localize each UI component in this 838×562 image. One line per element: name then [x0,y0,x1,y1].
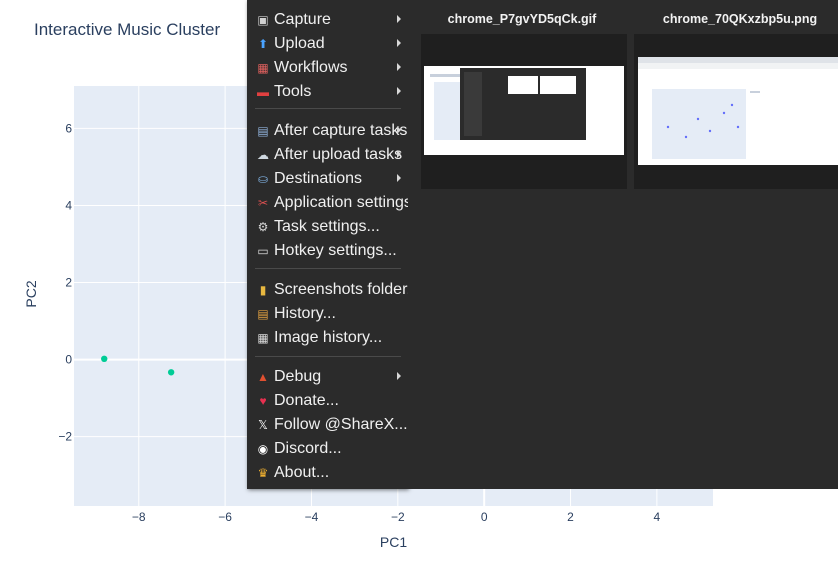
submenu-arrow-icon [397,39,401,47]
menu-item-label: Donate... [274,392,339,409]
upload-icon: ⬆ [257,37,269,51]
menu-item-label: Task settings... [274,218,380,235]
menu-separator [255,356,401,357]
debug-icon: ▲ [257,370,269,384]
menu-item-label: Workflows [274,59,348,76]
menu-item-application-settings[interactable]: ✂ Application settings... [247,192,425,214]
submenu-arrow-icon [397,174,401,182]
x-logo-icon: 𝕏 [258,418,268,432]
menu-item-about[interactable]: ♛ About... [247,462,408,484]
keyboard-icon: ▭ [257,244,269,258]
menu-item-task-settings[interactable]: ⚙ Task settings... [247,216,408,238]
menu-item-label: After upload tasks [274,146,403,163]
menu-item-workflows[interactable]: ▦ Workflows [247,57,408,79]
submenu-arrow-icon [397,150,401,158]
menu-item-discord[interactable]: ◉ Discord... [247,438,408,460]
x-tick-label: −4 [305,510,319,524]
thumbnail-filename-2: chrome_70QKxzbp5u.png [662,12,818,26]
thumbnail-1[interactable] [421,34,627,189]
crown-icon: ♛ [257,466,269,480]
history-icon: ▤ [257,307,269,321]
submenu-arrow-icon [397,126,401,134]
menu-separator [255,108,401,109]
menu-item-label: Capture [274,11,331,28]
submenu-arrow-icon [397,87,401,95]
menu-item-label: Screenshots folder... [274,281,420,298]
thumbnail-filename-1: chrome_P7gvYD5qCk.gif [447,12,597,26]
menu-item-label: Upload [274,35,325,52]
discord-icon: ◉ [257,442,269,456]
y-axis-title: PC2 [23,280,39,307]
thumbnail-1-image [424,66,624,155]
menu-item-debug[interactable]: ▲ Debug [247,366,408,388]
menu-item-label: Debug [274,368,322,385]
data-point[interactable] [167,369,175,376]
menu-item-destinations[interactable]: ⛀ Destinations [247,168,408,190]
y-tick-label: −2 [58,430,72,444]
menu-item-label: History... [274,305,336,322]
thumbnail-2[interactable] [634,34,838,189]
x-axis-title: PC1 [380,534,407,550]
x-tick-label: −8 [132,510,146,524]
data-point[interactable] [101,355,108,363]
after-capture-icon: ▤ [257,124,269,138]
y-tick-label: 4 [65,198,72,212]
menu-item-tools[interactable]: ▬ Tools [247,81,408,103]
submenu-arrow-icon [397,63,401,71]
workflows-icon: ▦ [257,61,269,75]
menu-item-history[interactable]: ▤ History... [247,303,408,325]
menu-separator [255,268,401,269]
folder-icon: ▮ [259,283,267,297]
menu-item-donate[interactable]: ♥ Donate... [247,390,408,412]
menu-item-follow-sharex[interactable]: 𝕏 Follow @ShareX... [247,414,408,436]
x-tick-label: −2 [391,510,405,524]
menu-item-label: Hotkey settings... [274,242,397,259]
y-tick-label: 0 [65,353,72,367]
x-tick-label: 0 [481,510,488,524]
y-tick-label: 2 [65,276,72,290]
menu-item-after-upload-tasks[interactable]: ☁ After upload tasks [247,144,408,166]
submenu-arrow-icon [397,15,401,23]
menu-item-capture[interactable]: ▣ Capture [247,9,408,31]
menu-item-upload[interactable]: ⬆ Upload [247,33,408,55]
menu-item-label: Follow @ShareX... [274,416,408,433]
menu-item-label: Application settings... [274,194,426,211]
submenu-arrow-icon [397,372,401,380]
after-upload-icon: ☁ [257,148,269,162]
menu-item-image-history[interactable]: ▦ Image history... [247,327,408,349]
menu-item-label: Destinations [274,170,363,187]
thumbnail-2-image [638,57,838,165]
application-settings-icon: ✂ [257,196,269,210]
x-tick-label: 4 [654,510,661,524]
image-history-icon: ▦ [257,331,269,345]
menu-item-label: About... [274,464,330,481]
menu-item-after-capture-tasks[interactable]: ▤ After capture tasks [247,120,408,142]
menu-item-hotkey-settings[interactable]: ▭ Hotkey settings... [247,240,408,262]
menu-item-screenshots-folder[interactable]: ▮ Screenshots folder... [247,279,420,301]
menu-item-label: Image history... [274,329,383,346]
x-tick-label: 2 [567,510,574,524]
capture-icon: ▣ [257,13,269,27]
menu-item-label: Tools [274,83,312,100]
x-tick-label: −6 [218,510,232,524]
gear-icon: ⚙ [257,220,269,234]
tools-icon: ▬ [257,85,269,99]
destinations-icon: ⛀ [257,172,269,186]
recent-captures-panel: chrome_P7gvYD5qCk.gif chrome_70QKxzbp5u.… [408,0,838,489]
y-tick-label: 6 [65,121,72,135]
menu-item-label: Discord... [274,440,342,457]
menu-item-label: After capture tasks [274,122,408,139]
heart-icon: ♥ [259,394,267,408]
